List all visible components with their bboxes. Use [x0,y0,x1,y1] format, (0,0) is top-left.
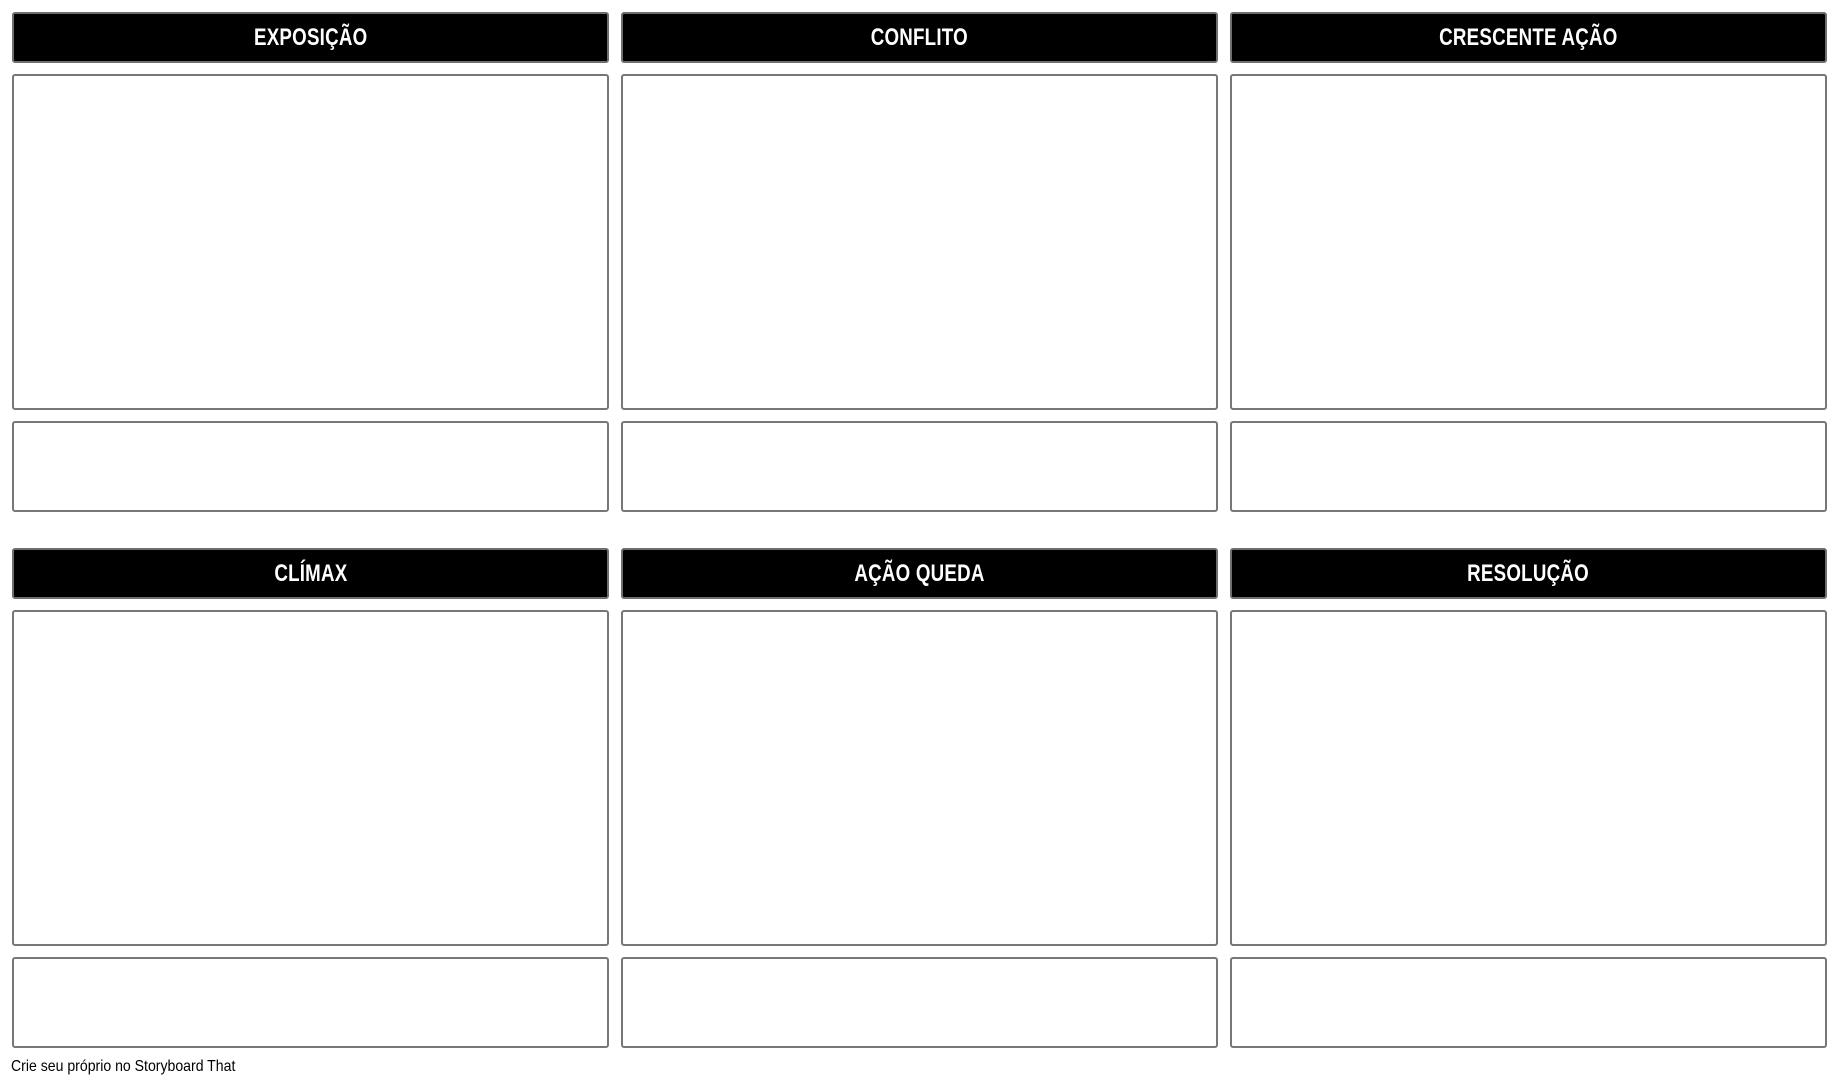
cell-title-box[interactable]: CRESCENTE AÇÃO [1230,12,1827,63]
cell-description-box[interactable] [12,421,609,512]
cell-image-area[interactable] [12,610,609,946]
cell-title: CRESCENTE AÇÃO [1439,23,1618,51]
cell-image-area[interactable] [621,610,1218,946]
cell-title-box[interactable]: CONFLITO [621,12,1218,63]
cell-description-box[interactable] [621,421,1218,512]
cell-title: CLÍMAX [273,559,348,587]
cell-title-box[interactable]: AÇÃO QUEDA [621,548,1218,599]
cell-description-box[interactable] [12,957,609,1048]
cell-image-area[interactable] [12,74,609,410]
cell-title: RESOLUÇÃO [1467,559,1590,587]
cell-image-area[interactable] [1230,74,1827,410]
cell-title-box[interactable]: EXPOSIÇÃO [12,12,609,63]
cell-title-box[interactable]: CLÍMAX [12,548,609,599]
cell-image-area[interactable] [621,74,1218,410]
footer-credit-link[interactable]: Crie seu próprio no Storyboard That [11,1058,235,1076]
cell-description-box[interactable] [1230,957,1827,1048]
cell-description-box[interactable] [621,957,1218,1048]
cell-title: CONFLITO [870,23,969,51]
cell-image-area[interactable] [1230,610,1827,946]
cell-title-box[interactable]: RESOLUÇÃO [1230,548,1827,599]
cell-description-box[interactable] [1230,421,1827,512]
cell-title: AÇÃO QUEDA [854,559,985,587]
cell-title: EXPOSIÇÃO [253,23,368,51]
